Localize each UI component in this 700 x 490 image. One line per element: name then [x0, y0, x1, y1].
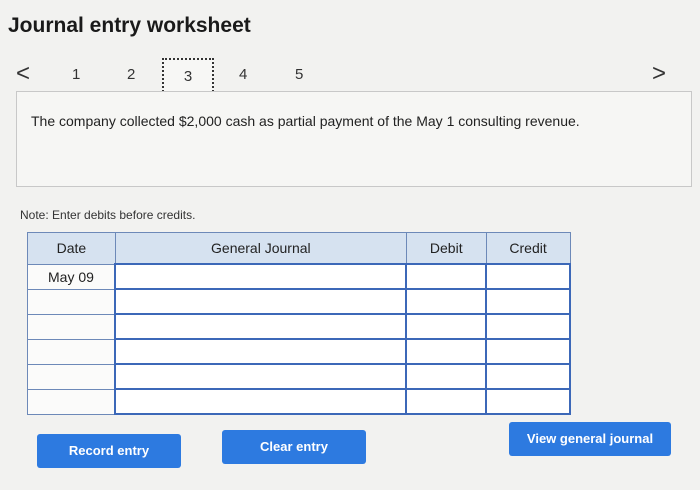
- account-input[interactable]: [114, 313, 408, 340]
- debit-input[interactable]: [405, 338, 488, 365]
- debit-column-header: Debit: [405, 232, 487, 265]
- table-row: [27, 363, 571, 390]
- entry-note: Note: Enter debits before credits.: [20, 208, 196, 222]
- account-input[interactable]: [114, 388, 408, 415]
- next-arrow-icon[interactable]: >: [652, 60, 666, 88]
- view-general-journal-button[interactable]: View general journal: [509, 422, 671, 456]
- table-row: [27, 388, 571, 415]
- record-entry-button[interactable]: Record entry: [37, 434, 181, 468]
- step-2[interactable]: 2: [127, 66, 135, 83]
- date-cell[interactable]: [27, 313, 116, 340]
- credit-column-header: Credit: [485, 232, 571, 265]
- step-5[interactable]: 5: [295, 66, 303, 83]
- clear-entry-button[interactable]: Clear entry: [222, 430, 366, 464]
- table-row: [27, 288, 571, 315]
- table-header-row: Date General Journal Debit Credit: [27, 232, 571, 265]
- date-cell[interactable]: [27, 363, 116, 390]
- credit-input[interactable]: [485, 263, 571, 290]
- debit-input[interactable]: [405, 288, 488, 315]
- table-row: [27, 313, 571, 340]
- credit-input[interactable]: [485, 363, 571, 390]
- table-row: May 09: [27, 263, 571, 290]
- account-input[interactable]: [114, 338, 408, 365]
- date-cell[interactable]: [27, 338, 116, 365]
- transaction-description: The company collected $2,000 cash as par…: [31, 113, 580, 129]
- debit-input[interactable]: [405, 313, 488, 340]
- debit-input[interactable]: [405, 263, 488, 290]
- table-row: [27, 338, 571, 365]
- date-cell[interactable]: [27, 288, 116, 315]
- debit-input[interactable]: [405, 363, 488, 390]
- date-column-header: Date: [27, 232, 116, 265]
- transaction-description-box: The company collected $2,000 cash as par…: [16, 91, 692, 187]
- general-journal-column-header: General Journal: [114, 232, 407, 265]
- debit-input[interactable]: [405, 388, 488, 415]
- account-input[interactable]: [114, 263, 408, 290]
- step-1[interactable]: 1: [72, 66, 80, 83]
- date-cell[interactable]: May 09: [27, 263, 116, 290]
- credit-input[interactable]: [485, 338, 571, 365]
- page-title: Journal entry worksheet: [8, 14, 251, 37]
- account-input[interactable]: [114, 288, 408, 315]
- credit-input[interactable]: [485, 288, 571, 315]
- credit-input[interactable]: [485, 388, 571, 415]
- journal-entry-table: Date General Journal Debit Credit May 09: [27, 232, 571, 415]
- account-input[interactable]: [114, 363, 408, 390]
- credit-input[interactable]: [485, 313, 571, 340]
- date-cell[interactable]: [27, 388, 116, 415]
- previous-arrow-icon[interactable]: <: [16, 60, 30, 88]
- step-4[interactable]: 4: [239, 66, 247, 83]
